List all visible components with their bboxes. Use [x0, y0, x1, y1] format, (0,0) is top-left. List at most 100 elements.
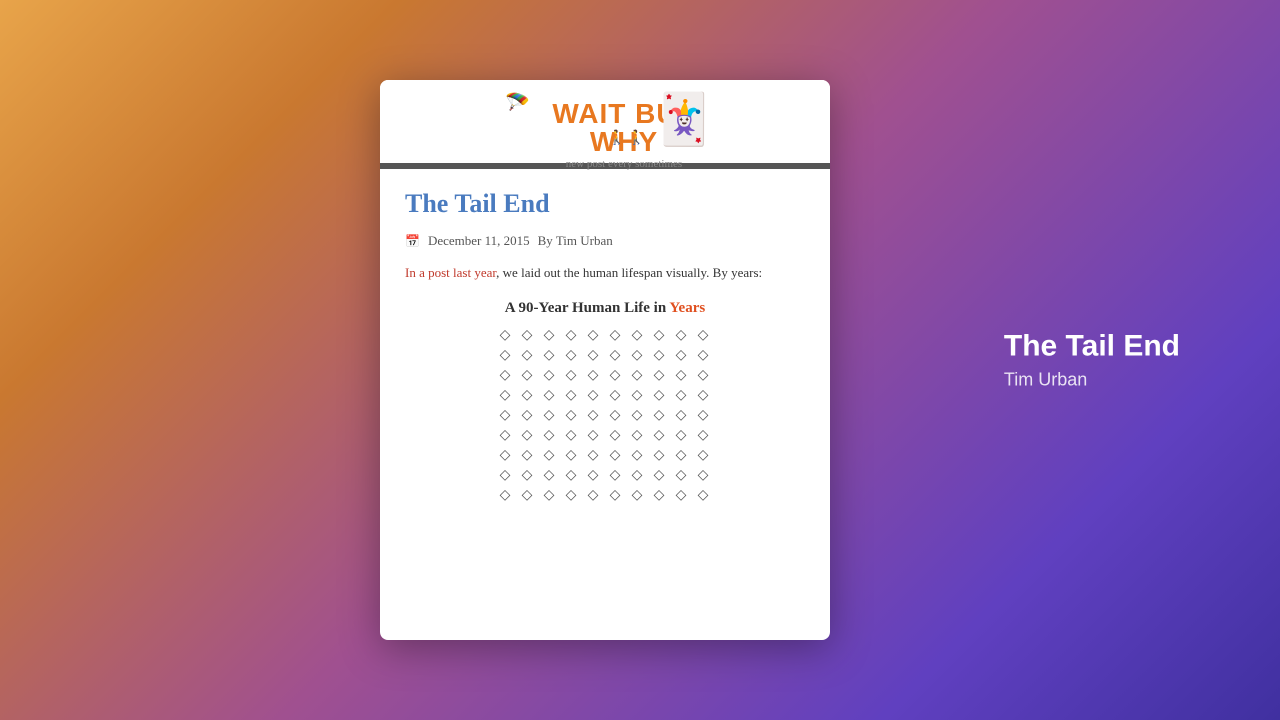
diamond-cell: ◇	[672, 327, 690, 345]
diamond-cell: ◇	[540, 487, 558, 505]
diamond-cell: ◇	[650, 407, 668, 425]
diamond-cell: ◇	[628, 487, 646, 505]
diamond-cell: ◇	[694, 327, 712, 345]
diamond-cell: ◇	[606, 367, 624, 385]
diamond-cell: ◇	[694, 447, 712, 465]
diamond-cell: ◇	[584, 327, 602, 345]
diamond-cell: ◇	[650, 427, 668, 445]
diamond-cell: ◇	[672, 427, 690, 445]
diamond-cell: ◇	[606, 347, 624, 365]
overlay-author: Tim Urban	[1004, 370, 1180, 391]
diamond-cell: ◇	[606, 487, 624, 505]
diamond-cell: ◇	[540, 407, 558, 425]
diamond-cell: ◇	[584, 407, 602, 425]
article-author: By Tim Urban	[538, 233, 613, 249]
diamond-cell: ◇	[562, 427, 580, 445]
diamond-cell: ◇	[650, 367, 668, 385]
years-highlight: Years	[669, 300, 705, 316]
stick-figure-2: 🚶	[628, 130, 645, 147]
diamond-cell: ◇	[584, 427, 602, 445]
diamond-cell: ◇	[562, 347, 580, 365]
diamond-cell: ◇	[562, 447, 580, 465]
diamond-cell: ◇	[540, 467, 558, 485]
diamond-cell: ◇	[562, 327, 580, 345]
diamond-cell: ◇	[694, 367, 712, 385]
diamond-cell: ◇	[540, 347, 558, 365]
diamond-cell: ◇	[518, 387, 536, 405]
site-tagline: new post every sometimes	[533, 158, 715, 170]
post-link[interactable]: In a post last year	[405, 265, 496, 280]
diamond-cell: ◇	[518, 487, 536, 505]
diamond-cell: ◇	[496, 347, 514, 365]
diamond-cell: ◇	[672, 347, 690, 365]
diamond-cell: ◇	[628, 387, 646, 405]
diamond-cell: ◇	[606, 427, 624, 445]
king-figure: 🃏	[653, 90, 715, 149]
diamond-cell: ◇	[650, 327, 668, 345]
diamond-cell: ◇	[496, 467, 514, 485]
diamond-cell: ◇	[496, 447, 514, 465]
diamond-cell: ◇	[606, 407, 624, 425]
chart-title: A 90-Year Human Life in Years	[405, 300, 805, 317]
chart-title-text: A 90-Year Human Life in	[505, 300, 670, 316]
diamond-cell: ◇	[694, 467, 712, 485]
article-meta: 📅 December 11, 2015 By Tim Urban	[405, 233, 805, 249]
diamond-cell: ◇	[650, 467, 668, 485]
diamond-cell: ◇	[672, 407, 690, 425]
diamond-cell: ◇	[540, 327, 558, 345]
diamond-cell: ◇	[628, 407, 646, 425]
diamond-cell: ◇	[672, 447, 690, 465]
diamond-cell: ◇	[694, 387, 712, 405]
diamond-cell: ◇	[496, 387, 514, 405]
diamond-cell: ◇	[584, 387, 602, 405]
diamond-cell: ◇	[606, 467, 624, 485]
diamond-cell: ◇	[518, 347, 536, 365]
diamond-cell: ◇	[584, 347, 602, 365]
diamond-cell: ◇	[650, 487, 668, 505]
diamond-cell: ◇	[496, 487, 514, 505]
diamond-cell: ◇	[650, 347, 668, 365]
diamond-cell: ◇	[650, 387, 668, 405]
diamond-cell: ◇	[606, 387, 624, 405]
diamond-cell: ◇	[584, 367, 602, 385]
diamond-cell: ◇	[694, 407, 712, 425]
diamond-cell: ◇	[628, 327, 646, 345]
diamond-cell: ◇	[562, 407, 580, 425]
diamond-cell: ◇	[540, 447, 558, 465]
diamond-cell: ◇	[496, 407, 514, 425]
diamond-cell: ◇	[606, 327, 624, 345]
diamond-cell: ◇	[540, 387, 558, 405]
article-intro-rest: , we laid out the human lifespan visuall…	[496, 265, 762, 280]
diamond-cell: ◇	[694, 427, 712, 445]
article-title: The Tail End	[405, 189, 805, 219]
diamond-cell: ◇	[628, 427, 646, 445]
diamond-cell: ◇	[650, 447, 668, 465]
overlay-title: The Tail End	[1004, 330, 1180, 364]
overlay-text: The Tail End Tim Urban	[1004, 330, 1180, 391]
diamond-cell: ◇	[496, 327, 514, 345]
article-intro: In a post last year, we laid out the hum…	[405, 263, 805, 284]
diamond-cell: ◇	[518, 367, 536, 385]
diamond-cell: ◇	[562, 367, 580, 385]
chart-section: A 90-Year Human Life in Years ◇◇◇◇◇◇◇◇◇◇…	[405, 300, 805, 505]
diamond-cell: ◇	[540, 367, 558, 385]
diamond-cell: ◇	[628, 467, 646, 485]
diamond-cell: ◇	[628, 367, 646, 385]
diamond-cell: ◇	[518, 427, 536, 445]
diamond-cell: ◇	[672, 487, 690, 505]
diamond-cell: ◇	[672, 387, 690, 405]
diamond-cell: ◇	[628, 347, 646, 365]
article-date: December 11, 2015	[428, 233, 530, 249]
stick-figure-1: 🚶	[608, 130, 625, 147]
diamond-cell: ◇	[672, 467, 690, 485]
diamond-cell: ◇	[606, 447, 624, 465]
browser-card: 🪂 WAIT BUT WHY new post every sometimes …	[380, 80, 830, 640]
diamond-cell: ◇	[562, 387, 580, 405]
diamond-cell: ◇	[694, 347, 712, 365]
diamond-cell: ◇	[518, 467, 536, 485]
diamond-cell: ◇	[518, 407, 536, 425]
diamond-grid: ◇◇◇◇◇◇◇◇◇◇◇◇◇◇◇◇◇◇◇◇◇◇◇◇◇◇◇◇◇◇◇◇◇◇◇◇◇◇◇◇…	[405, 327, 805, 505]
diamond-cell: ◇	[584, 467, 602, 485]
diamond-cell: ◇	[584, 447, 602, 465]
article-body: The Tail End 📅 December 11, 2015 By Tim …	[380, 169, 830, 525]
